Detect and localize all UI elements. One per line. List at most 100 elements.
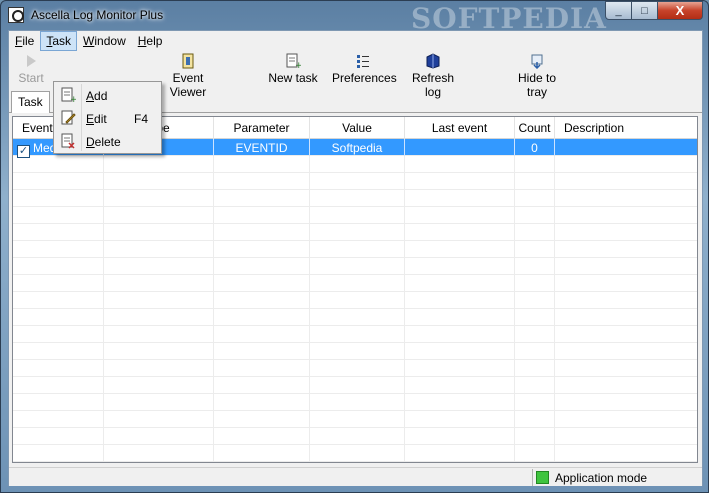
empty-row: [13, 343, 697, 360]
empty-cell: [515, 258, 555, 275]
empty-cell: [310, 258, 405, 275]
empty-cell: [405, 207, 515, 224]
column-header-parameter[interactable]: Parameter: [214, 117, 310, 139]
empty-cell: [405, 360, 515, 377]
menu-help[interactable]: Help: [132, 31, 169, 51]
column-header-value[interactable]: Value: [310, 117, 405, 139]
empty-cell: [104, 394, 214, 411]
cell-description: [555, 139, 697, 156]
preferences-label: Preferences: [332, 71, 397, 85]
empty-cell: [104, 326, 214, 343]
menu-file[interactable]: File: [9, 31, 40, 51]
empty-cell: [214, 377, 310, 394]
empty-cell: [515, 411, 555, 428]
empty-row: [13, 156, 697, 173]
empty-cell: [405, 377, 515, 394]
empty-cell: [515, 360, 555, 377]
preferences-button[interactable]: Preferences: [332, 53, 397, 85]
column-header-count[interactable]: Count: [515, 117, 555, 139]
empty-cell: [515, 343, 555, 360]
empty-cell: [555, 173, 697, 190]
task-grid[interactable]: Event log Event type Parameter Value Las…: [12, 116, 698, 463]
edit-task-icon: [61, 110, 76, 125]
empty-cell: [13, 224, 104, 241]
menu-item-edit-label: Edit: [86, 112, 107, 126]
empty-cell: [310, 207, 405, 224]
empty-cell: [405, 411, 515, 428]
new-task-button[interactable]: + New task: [268, 53, 318, 85]
empty-cell: [214, 394, 310, 411]
empty-row: [13, 292, 697, 309]
empty-cell: [13, 173, 104, 190]
empty-cell: [214, 326, 310, 343]
empty-cell: [555, 360, 697, 377]
empty-cell: [310, 292, 405, 309]
close-button[interactable]: X: [658, 1, 703, 20]
empty-cell: [555, 292, 697, 309]
empty-cell: [104, 360, 214, 377]
column-header-description[interactable]: Description: [555, 117, 697, 139]
empty-cell: [405, 292, 515, 309]
empty-cell: [214, 360, 310, 377]
empty-cell: [405, 428, 515, 445]
menu-window[interactable]: Window: [77, 31, 132, 51]
empty-cell: [104, 445, 214, 462]
empty-row: [13, 445, 697, 462]
menu-bar: File Task Window Help: [9, 31, 702, 51]
minimize-button[interactable]: _: [605, 1, 632, 20]
empty-cell: [13, 394, 104, 411]
menu-item-edit[interactable]: Edit F4: [56, 107, 159, 129]
menu-item-delete[interactable]: Delete: [56, 130, 159, 152]
app-icon[interactable]: [8, 7, 24, 23]
empty-cell: [310, 224, 405, 241]
empty-row: [13, 309, 697, 326]
menu-item-delete-label: Delete: [86, 135, 121, 149]
empty-cell: [310, 411, 405, 428]
start-label: Start: [18, 71, 44, 85]
empty-cell: [310, 377, 405, 394]
empty-cell: [104, 377, 214, 394]
empty-cell: [104, 190, 214, 207]
empty-cell: [13, 411, 104, 428]
empty-row: [13, 411, 697, 428]
empty-cell: [214, 309, 310, 326]
empty-cell: [13, 326, 104, 343]
empty-cell: [13, 190, 104, 207]
cell-count: 0: [515, 139, 555, 156]
empty-cell: [310, 275, 405, 292]
title-bar[interactable]: Ascella Log Monitor Plus SOFTPEDIA _ □ X: [1, 1, 708, 35]
empty-cell: [13, 241, 104, 258]
tab-task[interactable]: Task: [11, 91, 50, 113]
empty-cell: [13, 445, 104, 462]
empty-cell: [310, 309, 405, 326]
empty-cell: [310, 156, 405, 173]
close-icon: X: [675, 3, 685, 18]
empty-cell: [310, 445, 405, 462]
empty-cell: [310, 241, 405, 258]
status-mode-text: Application mode: [555, 471, 648, 485]
empty-cell: [104, 173, 214, 190]
delete-task-icon: [61, 133, 75, 149]
menu-item-add[interactable]: + Add: [56, 84, 159, 106]
empty-cell: [13, 360, 104, 377]
empty-cell: [555, 411, 697, 428]
add-task-icon: +: [61, 87, 76, 103]
empty-cell: [13, 275, 104, 292]
empty-cell: [515, 309, 555, 326]
empty-cell: [555, 258, 697, 275]
menu-task[interactable]: Task: [40, 31, 78, 51]
task-menu-dropdown: + Add Edit F4 Delete: [53, 81, 162, 154]
empty-cell: [214, 292, 310, 309]
empty-cell: [555, 275, 697, 292]
start-button[interactable]: Start: [13, 53, 49, 85]
empty-cell: [104, 428, 214, 445]
empty-cell: [515, 241, 555, 258]
empty-cell: [405, 445, 515, 462]
empty-cell: [214, 207, 310, 224]
maximize-button[interactable]: □: [632, 1, 658, 20]
empty-cell: [104, 411, 214, 428]
play-icon: [27, 55, 36, 67]
empty-row: [13, 428, 697, 445]
column-header-last-event[interactable]: Last event: [405, 117, 515, 139]
empty-cell: [104, 224, 214, 241]
